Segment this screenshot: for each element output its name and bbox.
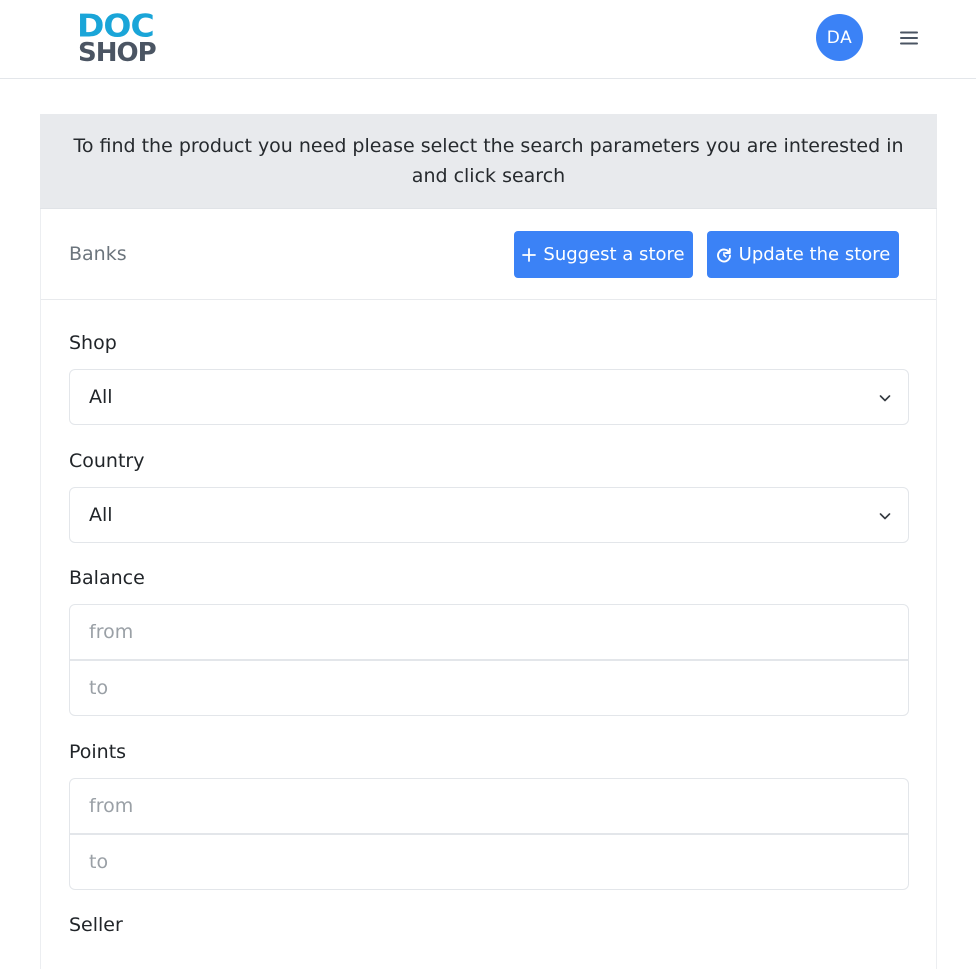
balance-from-input[interactable] (69, 604, 909, 660)
banner-text: To find the product you need please sele… (73, 135, 904, 187)
card-title: Banks (69, 243, 127, 265)
top-navbar: DOC SHOP DA (0, 0, 976, 79)
user-avatar[interactable]: DA (816, 14, 863, 61)
menu-button[interactable] (894, 25, 924, 51)
chevron-down-icon (879, 395, 891, 402)
points-to-input[interactable] (69, 834, 909, 890)
suggest-store-button[interactable]: Suggest a store (514, 231, 693, 278)
balance-to-input[interactable] (69, 660, 909, 716)
shop-select[interactable]: All (69, 369, 909, 425)
country-select-value: All (89, 504, 113, 526)
country-select[interactable]: All (69, 487, 909, 543)
logo-line-doc: DOC (77, 6, 155, 45)
docshop-logo[interactable]: DOC SHOP (77, 6, 157, 66)
refresh-icon (716, 247, 731, 262)
points-from-input[interactable] (69, 778, 909, 834)
hamburger-icon (900, 31, 918, 45)
plus-icon (522, 247, 537, 262)
update-store-label: Update the store (738, 244, 891, 265)
search-filter-card: Banks Suggest a store Update the store S… (40, 209, 937, 969)
country-label: Country (69, 450, 145, 472)
shop-label: Shop (69, 332, 117, 354)
suggest-store-label: Suggest a store (543, 244, 685, 265)
seller-label: Seller (69, 914, 123, 936)
balance-label: Balance (69, 567, 145, 589)
update-store-button[interactable]: Update the store (707, 231, 899, 278)
shop-select-value: All (89, 386, 113, 408)
chevron-down-icon (879, 513, 891, 520)
card-header: Banks Suggest a store Update the store (41, 209, 936, 300)
points-label: Points (69, 741, 127, 763)
search-instructions-banner: To find the product you need please sele… (40, 114, 937, 209)
